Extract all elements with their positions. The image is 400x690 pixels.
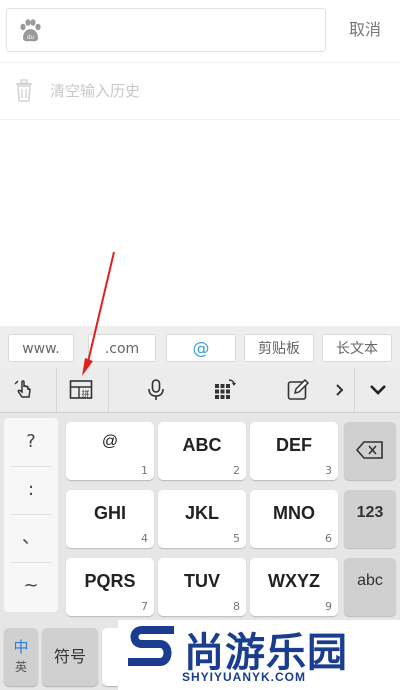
clear-history-label: 清空输入历史 — [50, 82, 141, 100]
numbers-key[interactable]: 123 — [344, 490, 396, 548]
key-label: WXYZ — [268, 571, 320, 591]
layout-pinyin-button[interactable]: 拼 — [56, 368, 107, 412]
key-8[interactable]: TUV 8 — [158, 558, 246, 616]
search-box[interactable]: du — [6, 8, 326, 52]
baidu-paw-icon: du — [20, 19, 41, 42]
watermark-en-text: SHYIYUANYK.COM — [182, 670, 307, 684]
edit-icon — [287, 378, 310, 400]
chevron-down-icon — [370, 385, 386, 395]
microphone-icon — [148, 379, 164, 400]
toolbar-more-button[interactable] — [324, 368, 354, 412]
watermark-logo-icon — [128, 626, 174, 666]
key-6[interactable]: MNO 6 — [250, 490, 338, 548]
voice-button[interactable] — [134, 368, 178, 412]
layout-icon-text: 拼 — [82, 389, 90, 399]
punctuation-column: ? : 、 ~ — [4, 418, 58, 612]
keyboard-toolbar: 拼 — [0, 368, 400, 413]
key-number: 3 — [325, 464, 332, 477]
hide-keyboard-button[interactable] — [354, 368, 400, 412]
numbers-key-label: 123 — [356, 504, 384, 521]
key-label: GHI — [93, 503, 126, 523]
cursor-hand-icon — [14, 380, 31, 398]
key-label: @ — [101, 433, 119, 450]
keypad-icon — [215, 379, 236, 399]
cancel-button[interactable]: 取消 — [336, 10, 394, 50]
edit-button[interactable] — [276, 368, 320, 412]
symbols-key[interactable]: 符号 — [42, 628, 98, 686]
chip-long-text[interactable]: 长文本 — [322, 334, 392, 362]
key-number: 6 — [325, 532, 332, 545]
lang-zh-label: 中 — [13, 638, 29, 656]
clear-history-row[interactable]: 清空输入历史 — [0, 62, 400, 120]
layout-pinyin-icon: 拼 — [69, 380, 93, 399]
key-number: 4 — [141, 532, 148, 545]
key-label: PQRS — [84, 571, 136, 591]
key-9[interactable]: WXYZ 9 — [250, 558, 338, 616]
key-7[interactable]: PQRS 7 — [66, 558, 154, 616]
chip-com[interactable]: .com — [88, 334, 156, 362]
keypad-switch-button[interactable] — [202, 368, 246, 412]
key-label: TUV — [184, 571, 220, 591]
side-key-colon[interactable]: : — [4, 466, 58, 514]
key-5[interactable]: JKL 5 — [158, 490, 246, 548]
search-input[interactable] — [51, 15, 320, 47]
key-number: 7 — [141, 600, 148, 613]
side-key-comma[interactable]: 、 — [4, 514, 58, 562]
key-label: MNO — [273, 503, 315, 523]
lang-en-label: 英 — [14, 660, 27, 674]
latin-key-label: abc — [357, 572, 383, 589]
chip-at[interactable]: @ — [166, 334, 236, 362]
quick-input-row: www. .com @ 剪贴板 长文本 — [0, 326, 400, 369]
key-number: 5 — [233, 532, 240, 545]
chip-clipboard[interactable]: 剪贴板 — [244, 334, 314, 362]
backspace-icon — [356, 441, 383, 459]
key-label: JKL — [184, 503, 219, 523]
lang-switch-key[interactable]: 中 英 — [4, 628, 38, 686]
key-number: 2 — [233, 464, 240, 477]
key-3[interactable]: DEF 3 — [250, 422, 338, 480]
side-key-tilde[interactable]: ~ — [4, 562, 58, 610]
side-key-question[interactable]: ? — [4, 418, 58, 466]
backspace-key[interactable] — [344, 422, 396, 480]
chip-www[interactable]: www. — [8, 334, 74, 362]
toolbar-divider — [108, 368, 109, 412]
key-label: DEF — [276, 435, 312, 455]
key-4[interactable]: GHI 4 — [66, 490, 154, 548]
cursor-hand-button[interactable] — [2, 368, 46, 412]
key-number: 9 — [325, 600, 332, 613]
watermark: 尚游乐园 SHYIYUANYK.COM — [118, 620, 400, 690]
key-number: 1 — [141, 464, 148, 477]
key-number: 8 — [233, 600, 240, 613]
key-2[interactable]: ABC 2 — [158, 422, 246, 480]
chevron-right-icon — [336, 384, 344, 396]
key-1[interactable]: @1 — [66, 422, 154, 480]
svg-text:du: du — [27, 35, 34, 41]
search-bar: du 取消 — [0, 0, 400, 62]
latin-key[interactable]: abc — [344, 558, 396, 616]
key-label: ABC — [182, 435, 222, 455]
trash-icon — [16, 79, 32, 102]
